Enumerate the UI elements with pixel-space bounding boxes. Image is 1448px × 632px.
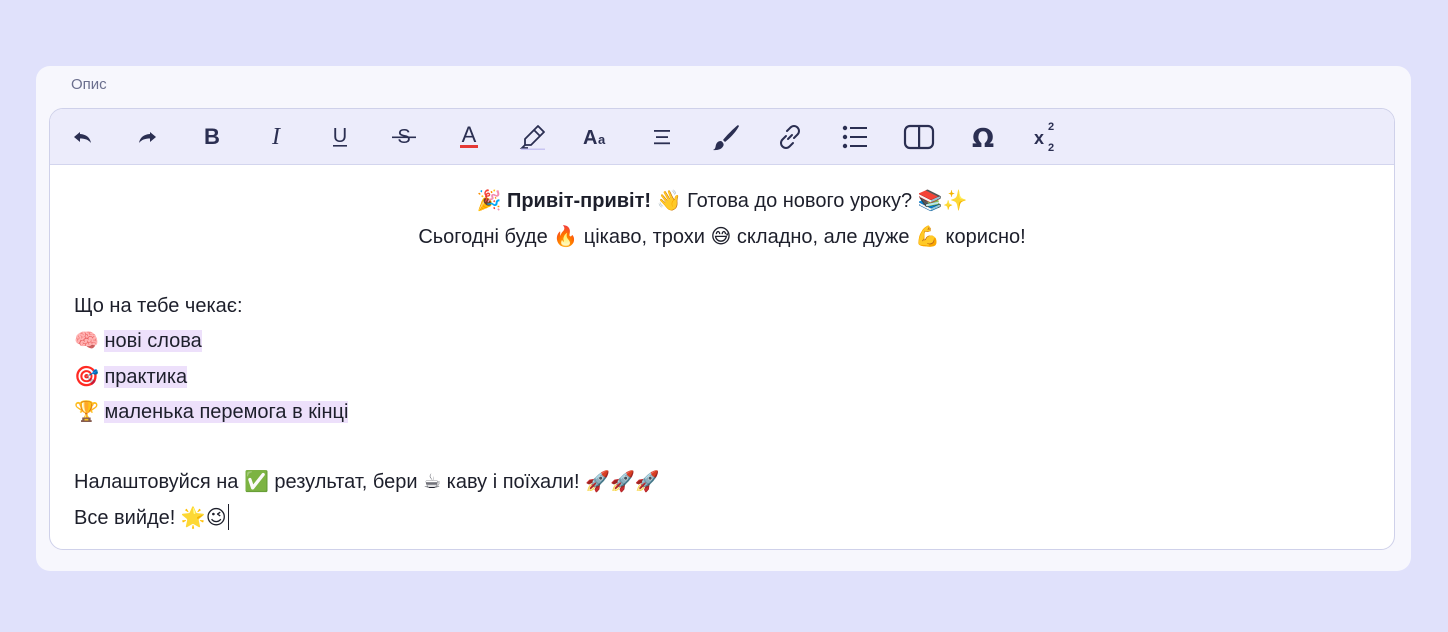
font-color-icon: A	[459, 123, 478, 148]
today-text-1: Сьогодні буде	[418, 225, 548, 248]
outro-text-2: результат, бери	[274, 471, 418, 493]
omega-icon: Ω	[972, 124, 994, 151]
paint-button[interactable]	[708, 119, 744, 155]
svg-text:a: a	[598, 132, 606, 147]
highlight-button[interactable]	[515, 119, 551, 155]
italic-icon: I	[271, 125, 281, 149]
svg-text:A: A	[461, 123, 476, 147]
super-sub-button[interactable]: x 2 2	[1029, 119, 1065, 155]
special-char-button[interactable]: Ω	[965, 119, 1001, 155]
align-icon	[653, 129, 670, 144]
list-item: 🧠 нові слова	[74, 323, 1370, 359]
intro-line: Що на тебе чекає:	[74, 294, 243, 317]
font-color-button[interactable]: A	[451, 119, 487, 155]
list-item: 🎯 практика	[74, 359, 1370, 395]
svg-text:2: 2	[1048, 121, 1054, 133]
highlighter-icon	[519, 124, 546, 150]
redo-button[interactable]	[129, 119, 165, 155]
today-line: Сьогодні буде 🔥 цікаво, трохи 😅 складно,…	[74, 219, 1370, 255]
superscript-subscript-icon: x 2 2	[1034, 121, 1054, 154]
description-card: Опис B I U S A A a Ω x 2 2 🎉 Привіт-прив…	[36, 66, 1411, 571]
bold-icon: B	[204, 125, 220, 149]
editor-toolbar: B I U S A A a Ω x 2 2	[50, 109, 1394, 165]
link-icon	[780, 124, 801, 149]
font-size-button[interactable]: A a	[579, 119, 615, 155]
link-button[interactable]	[772, 119, 808, 155]
text-caret	[227, 503, 230, 530]
svg-text:Ω: Ω	[972, 124, 994, 151]
svg-text:x: x	[1034, 128, 1044, 148]
today-text-2: цікаво, трохи	[583, 225, 705, 248]
undo-icon	[74, 131, 91, 143]
brush-icon	[712, 124, 739, 150]
greeting-question: Готова до нового уроку?	[687, 190, 913, 212]
empty-line	[74, 254, 1370, 289]
rich-text-editor[interactable]: B I U S A A a Ω x 2 2 🎉 Привіт-привіт! 👋…	[49, 108, 1395, 550]
svg-text:B: B	[204, 125, 220, 149]
rocket-emoji: 🚀🚀🚀	[585, 469, 660, 493]
svg-text:A: A	[583, 127, 597, 149]
greeting-bold-text: Привіт-привіт!	[506, 190, 652, 212]
undo-button[interactable]	[65, 119, 101, 155]
wave-emoji: 👋	[656, 188, 682, 212]
greeting-line: 🎉 Привіт-привіт! 👋 Готова до нового урок…	[74, 183, 1370, 219]
fire-emoji: 🔥	[553, 223, 579, 248]
italic-button[interactable]: I	[258, 119, 294, 155]
strikethrough-button[interactable]: S	[386, 119, 422, 155]
sweat-smile-emoji: 😅	[710, 223, 732, 248]
today-text-3: складно, але дуже	[736, 225, 910, 248]
final-text: Все вийде!	[74, 506, 176, 529]
field-label: Опис	[71, 76, 107, 93]
bullet-list-icon	[842, 125, 867, 148]
trophy-emoji: 🏆	[74, 399, 99, 423]
list-item: 🏆 маленька перемога в кінці	[74, 394, 1370, 430]
empty-line	[74, 430, 1370, 465]
font-size-icon: A a	[583, 127, 606, 149]
books-sparkles-emoji: 📚✨	[917, 188, 968, 212]
strikethrough-icon: S	[392, 126, 417, 148]
star-wink-emoji: 🌟😉	[180, 504, 227, 529]
outro-text-1: Налаштовуйся на	[74, 471, 239, 493]
list-item-text: нові слова	[104, 330, 202, 352]
svg-text:U: U	[333, 125, 347, 147]
align-button[interactable]	[644, 119, 680, 155]
columns-icon	[903, 124, 934, 149]
redo-icon	[139, 131, 157, 143]
bullet-list-button[interactable]	[837, 119, 873, 155]
brain-emoji: 🧠	[74, 328, 99, 352]
check-mark-emoji: ✅	[243, 469, 269, 493]
outro-text-3: каву і поїхали!	[446, 471, 580, 493]
final-line: Все вийде! 🌟😉	[74, 500, 1370, 536]
outro-line: Налаштовуйся на ✅ результат, бери ☕ каву…	[74, 464, 1370, 500]
list-item-text: практика	[104, 365, 188, 388]
columns-button[interactable]	[901, 119, 937, 155]
svg-text:I: I	[271, 125, 281, 149]
party-emoji: 🎉	[476, 188, 502, 212]
coffee-emoji: ☕	[423, 469, 442, 493]
underline-button[interactable]: U	[322, 119, 358, 155]
target-emoji: 🎯	[74, 363, 99, 388]
list-item-text: маленька перемога в кінці	[104, 401, 349, 423]
svg-text:2: 2	[1048, 142, 1054, 154]
today-text-4: корисно!	[945, 225, 1026, 248]
underline-icon: U	[333, 125, 347, 147]
bold-button[interactable]: B	[194, 119, 230, 155]
flexed-biceps-emoji: 💪	[915, 223, 940, 248]
editor-content[interactable]: 🎉 Привіт-привіт! 👋 Готова до нового урок…	[50, 165, 1394, 535]
